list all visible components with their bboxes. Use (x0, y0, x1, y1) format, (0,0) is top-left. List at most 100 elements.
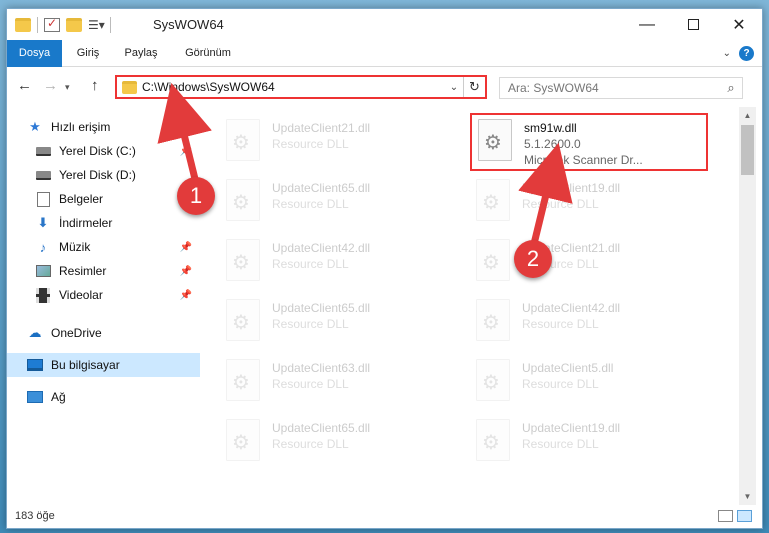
sidebar-item-label: Ağ (51, 390, 66, 404)
document-icon (35, 191, 51, 207)
explorer-window: ☰▾ SysWOW64 — ✕ Dosya Giriş Paylaş Görün… (6, 8, 763, 529)
properties-icon[interactable] (44, 16, 60, 32)
file-tile[interactable]: ⚙ UpdateClient19.dll Resource DLL (470, 175, 710, 233)
file-tile[interactable]: ⚙ UpdateClient42.dll Resource DLL (470, 295, 710, 353)
file-tile[interactable]: ⚙ UpdateClient5.dll Resource DLL (470, 355, 710, 413)
help-icon[interactable]: ? (739, 46, 754, 61)
folder-icon (122, 80, 137, 94)
search-icon[interactable]: ⌕ (720, 80, 742, 96)
tab-home[interactable]: Giriş (65, 40, 111, 67)
file-tile[interactable]: ⚙ UpdateClient42.dll Resource DLL (220, 235, 460, 293)
item-count: 183 öğe (15, 510, 55, 522)
callout-step-2: 2 (514, 240, 552, 278)
sidebar-item-documents[interactable]: Belgeler (7, 187, 200, 211)
ribbon-controls: ⌄ ? (723, 46, 754, 61)
chevron-down-icon[interactable]: ⌄ (445, 82, 463, 93)
file-name: UpdateClient65.dll (272, 301, 371, 315)
pictures-icon (35, 264, 51, 278)
sidebar-item-downloads[interactable]: ⬇ İndirmeler (7, 211, 200, 235)
file-type: Resource DLL (272, 137, 349, 151)
star-icon: ★ (29, 119, 41, 134)
cloud-icon: ☁ (28, 325, 42, 340)
sidebar-item-local-disk-d[interactable]: Yerel Disk (D:) (7, 163, 200, 187)
file-tile[interactable]: ⚙ UpdateClient65.dll Resource DLL (220, 415, 460, 473)
sidebar-item-label: Videolar (59, 288, 103, 302)
file-type: Resource DLL (272, 197, 349, 211)
file-type: Resource DLL (272, 317, 349, 331)
music-icon: ♪ (39, 239, 47, 255)
pin-icon[interactable]: 📌 (180, 290, 192, 301)
sidebar-item-local-disk-c[interactable]: Yerel Disk (C:) 📌 (7, 139, 200, 163)
folder-icon[interactable] (15, 18, 31, 32)
quick-access-toolbar: ☰▾ (15, 16, 111, 33)
file-tile-highlighted[interactable]: ⚙ sm91w.dll 5.1.2600.0 Microtek Scanner … (470, 113, 708, 171)
file-type: Resource DLL (272, 377, 349, 391)
scroll-down-icon[interactable]: ▼ (739, 488, 756, 505)
details-view-icon[interactable] (718, 510, 733, 522)
sidebar-item-onedrive[interactable]: ☁ OneDrive (7, 321, 200, 345)
search-input[interactable]: Ara: SysWOW64 (500, 81, 720, 95)
file-type: Resource DLL (522, 437, 599, 451)
separator (37, 17, 38, 33)
dll-file-icon: ⚙ (226, 119, 260, 161)
sidebar-item-network[interactable]: Ağ (7, 385, 200, 409)
scroll-up-icon[interactable]: ▲ (739, 107, 756, 124)
dll-file-icon: ⚙ (226, 179, 260, 221)
vertical-scrollbar[interactable]: ▲ ▼ (739, 107, 756, 505)
sidebar-item-label: Resimler (59, 264, 107, 278)
search-box[interactable]: Ara: SysWOW64 ⌕ (499, 77, 743, 99)
recent-locations-icon[interactable]: ▾ (65, 82, 70, 93)
scrollbar-thumb[interactable] (741, 125, 754, 175)
status-bar: 183 öğe (7, 505, 762, 528)
drive-icon (35, 168, 51, 182)
up-arrow-icon[interactable]: ↑ (91, 77, 99, 94)
file-name: UpdateClient19.dll (522, 421, 621, 435)
large-icons-view-icon[interactable] (737, 510, 752, 522)
dll-file-icon: ⚙ (476, 179, 510, 221)
pin-icon[interactable]: 📌 (180, 242, 192, 253)
new-folder-icon[interactable] (66, 18, 82, 32)
minimize-icon: — (639, 15, 655, 33)
file-name: UpdateClient63.dll (272, 361, 371, 375)
file-tile[interactable]: ⚙ UpdateClient63.dll Resource DLL (220, 355, 460, 413)
file-tile[interactable]: ⚙ UpdateClient65.dll Resource DLL (220, 295, 460, 353)
tab-view[interactable]: Görünüm (173, 40, 243, 67)
sidebar-item-videos[interactable]: Videolar 📌 (7, 283, 200, 307)
window-title: SysWOW64 (153, 17, 224, 32)
sidebar-item-quick-access[interactable]: ★ Hızlı erişim (7, 115, 200, 139)
sidebar-item-this-pc[interactable]: Bu bilgisayar (7, 353, 200, 377)
close-icon: ✕ (732, 16, 746, 34)
refresh-icon[interactable]: ↻ (463, 77, 485, 97)
title-bar: ☰▾ SysWOW64 — ✕ (7, 9, 762, 40)
sidebar-item-label: Hızlı erişim (51, 120, 111, 134)
navigation-bar: ← → ▾ ↑ C:\Windows\SysWOW64 ⌄ ↻ Ara: Sys… (7, 67, 762, 107)
close-button[interactable]: ✕ (716, 9, 762, 40)
customize-toolbar-icon[interactable]: ☰▾ (88, 18, 105, 32)
navigation-pane: ★ Hızlı erişim Yerel Disk (C:) 📌 Yerel D… (7, 107, 200, 505)
sidebar-item-music[interactable]: ♪ Müzik 📌 (7, 235, 200, 259)
download-icon: ⬇ (37, 215, 49, 230)
tab-share[interactable]: Paylaş (115, 40, 167, 67)
back-arrow-icon[interactable]: ← (17, 77, 32, 94)
file-tile[interactable]: ⚙ UpdateClient65.dll Resource DLL (220, 175, 460, 233)
sidebar-item-pictures[interactable]: Resimler 📌 (7, 259, 200, 283)
dll-file-icon: ⚙ (226, 299, 260, 341)
pin-icon[interactable]: 📌 (180, 266, 192, 277)
minimize-button[interactable]: — (624, 9, 670, 40)
forward-arrow-icon[interactable]: → (43, 77, 58, 94)
file-tile[interactable]: ⚙ UpdateClient21.dll Resource DLL (220, 115, 460, 173)
address-path[interactable]: C:\Windows\SysWOW64 (142, 80, 445, 94)
pin-icon[interactable]: 📌 (180, 146, 192, 157)
file-tile[interactable]: ⚙ UpdateClient19.dll Resource DLL (470, 415, 710, 473)
address-bar[interactable]: C:\Windows\SysWOW64 ⌄ ↻ (115, 75, 487, 99)
maximize-button[interactable] (670, 9, 716, 40)
sidebar-item-label: Belgeler (59, 192, 104, 206)
file-tile[interactable]: ⚙ UpdateClient21.dll Resource DLL (470, 235, 710, 293)
callout-step-1: 1 (177, 177, 215, 215)
dll-file-icon: ⚙ (226, 239, 260, 281)
file-name: UpdateClient5.dll (522, 361, 614, 375)
expand-ribbon-icon[interactable]: ⌄ (723, 48, 731, 59)
file-name: UpdateClient42.dll (272, 241, 371, 255)
sidebar-item-label: Bu bilgisayar (51, 358, 120, 372)
dll-file-icon: ⚙ (226, 359, 260, 401)
